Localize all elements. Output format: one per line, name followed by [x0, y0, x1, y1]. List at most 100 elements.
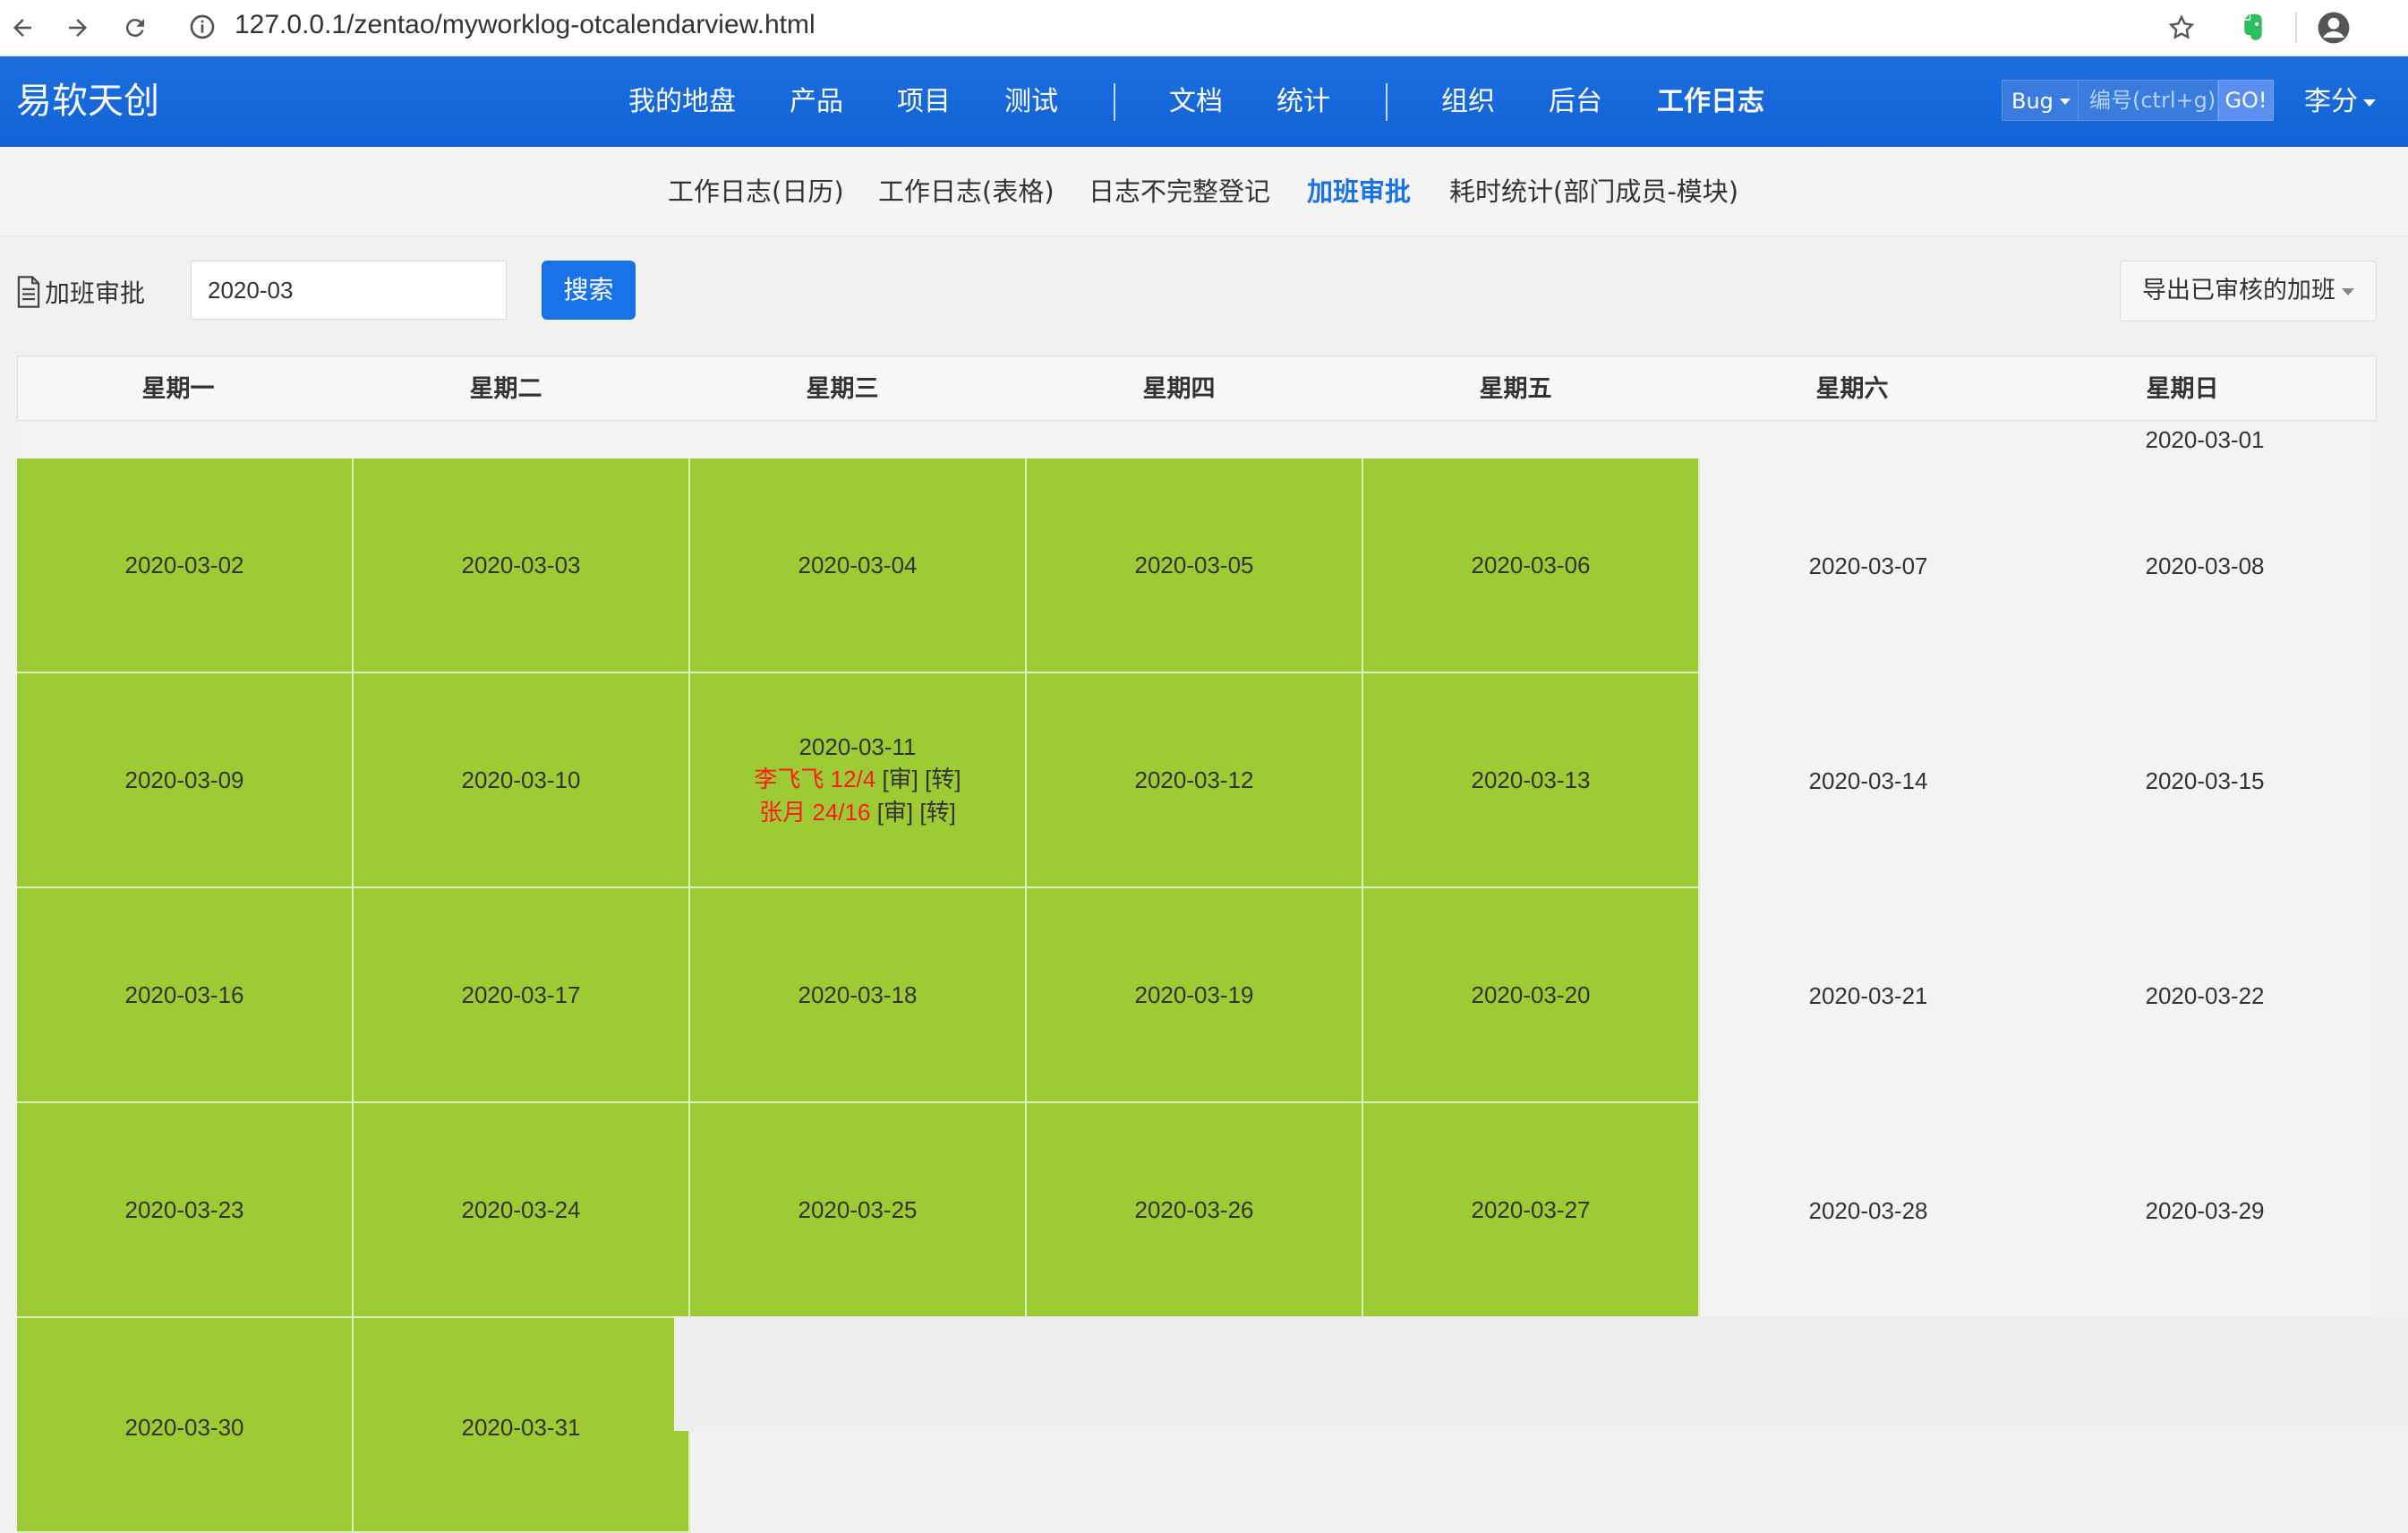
calendar-day-cell[interactable]: 2020-03-04 [690, 458, 1027, 673]
approve-link[interactable]: [审] [877, 799, 913, 826]
calendar-date: 2020-03-04 [798, 552, 918, 578]
overtime-person[interactable]: 李飞飞 12/4 [754, 766, 875, 792]
nav-product[interactable]: 产品 [790, 56, 843, 147]
nav-report[interactable]: 统计 [1277, 56, 1330, 147]
calendar-day-cell[interactable]: 2020-03-24 [354, 1103, 690, 1318]
search-button[interactable]: 搜索 [542, 261, 636, 320]
nav-admin[interactable]: 后台 [1549, 56, 1602, 147]
calendar-day-cell[interactable]: 2020-03-18 [690, 888, 1027, 1103]
calendar-day-content: 2020-03-15 [2037, 673, 2373, 888]
calendar-day-cell[interactable]: 2020-03-02 [17, 458, 354, 673]
calendar-date: 2020-03-25 [798, 1196, 918, 1223]
calendar-day-content: 2020-03-05 [1027, 458, 1362, 672]
document-icon [17, 276, 40, 308]
object-id-input[interactable] [2079, 80, 2218, 121]
calendar-day-cell[interactable]: 2020-03-03 [354, 458, 690, 673]
calendar-day-cell[interactable]: 2020-03-07 [1700, 458, 2037, 673]
calendar-day-content: 2020-03-04 [690, 458, 1025, 672]
calendar-day-content: 2020-03-26 [1027, 1103, 1362, 1316]
calendar-day-content: 2020-03-24 [354, 1103, 688, 1316]
calendar-day-cell[interactable]: 2020-03-10 [354, 673, 690, 888]
nav-project[interactable]: 项目 [897, 56, 951, 147]
calendar-day-cell[interactable]: 2020-03-20 [1363, 888, 1700, 1103]
calendar-day-cell[interactable]: 2020-03-14 [1700, 673, 2037, 888]
calendar-day-cell[interactable]: 2020-03-19 [1027, 888, 1363, 1103]
calendar-day-content: 2020-03-17 [354, 888, 688, 1101]
calendar-day-content: 2020-03-29 [2037, 1103, 2373, 1318]
calendar-body: 2020-03-01 2020-03-02 2020-03-03 2020-03-04… [17, 421, 2377, 1533]
nav-doc[interactable]: 文档 [1169, 56, 1223, 147]
month-input[interactable] [191, 261, 507, 320]
nav-company[interactable]: 组织 [1441, 56, 1495, 147]
calendar-date: 2020-03-31 [461, 1414, 581, 1441]
calendar-date: 2020-03-07 [1808, 552, 1928, 579]
evernote-extension-icon[interactable] [2233, 7, 2274, 48]
calendar-day-content: 2020-03-13 [1363, 673, 1698, 886]
calendar-day-content: 2020-03-23 [17, 1103, 352, 1316]
calendar-day-cell[interactable]: 2020-03-21 [1700, 888, 2037, 1103]
export-approved-overtime-button[interactable]: 导出已审核的加班 [2120, 261, 2377, 321]
reload-icon[interactable] [113, 5, 158, 50]
sub-nav: 工作日志(日历) 工作日志(表格) 日志不完整登记 加班审批 耗时统计(部门成员… [0, 147, 2408, 236]
weekday-header: 星期日 [2146, 375, 2219, 403]
app-header: 易软天创 我的地盘 产品 项目 测试 文档 统计 组织 后台 工作日志 Bug … [0, 56, 2408, 147]
bookmark-star-icon[interactable] [2161, 7, 2202, 48]
weekday-header: 星期四 [1142, 375, 1216, 403]
calendar-date: 2020-03-15 [2145, 767, 2265, 794]
nav-divider [1386, 83, 1388, 121]
calendar-day-cell[interactable]: 2020-03-28 [1700, 1103, 2037, 1318]
calendar-day-content: 2020-03-22 [2037, 888, 2373, 1103]
transfer-link[interactable]: [转] [925, 766, 961, 792]
user-menu[interactable]: 李分 [2304, 56, 2376, 147]
calendar-day-cell[interactable]: 2020-03-30 [17, 1318, 354, 1533]
calendar-day-cell[interactable]: 2020-03-15 [2037, 673, 2373, 888]
calendar-day-cell[interactable]: 2020-03-27 [1363, 1103, 1700, 1318]
calendar-date: 2020-03-20 [1471, 981, 1591, 1008]
calendar-date: 2020-03-14 [1808, 767, 1928, 794]
address-bar[interactable]: 127.0.0.1/zentao/myworklog-otcalendarvie… [235, 7, 815, 43]
nav-test[interactable]: 测试 [1004, 56, 1058, 147]
calendar-day-cell[interactable]: 2020-03-12 [1027, 673, 1363, 888]
site-info-icon[interactable] [188, 13, 217, 45]
calendar-day-cell[interactable]: 2020-03-17 [354, 888, 690, 1103]
subnav-overtime-approval[interactable]: 加班审批 [1307, 147, 1411, 236]
subnav-worklog-calendar[interactable]: 工作日志(日历) [668, 147, 844, 236]
calendar-day-cell[interactable]: 2020-03-23 [17, 1103, 354, 1318]
calendar-day-cell[interactable]: 2020-03-08 [2037, 458, 2373, 673]
calendar-day-content: 2020-03-21 [1700, 888, 2037, 1103]
calendar-day-cell[interactable]: 2020-03-11 李飞飞 12/4 [审] [转] 张月 24/16 [审] [… [690, 673, 1027, 888]
calendar-day-cell[interactable]: 2020-03-13 [1363, 673, 1700, 888]
nav-my-dashboard[interactable]: 我的地盘 [628, 56, 736, 147]
calendar-day-cell[interactable]: 2020-03-01 [2037, 421, 2373, 458]
forward-icon[interactable] [56, 5, 100, 50]
calendar-date: 2020-03-06 [1471, 552, 1591, 578]
weekday-header: 星期六 [1815, 375, 1889, 403]
subnav-incomplete-log[interactable]: 日志不完整登记 [1089, 147, 1270, 236]
calendar-day-content: 2020-03-14 [1700, 673, 2037, 888]
calendar-day-cell[interactable]: 2020-03-31 [354, 1318, 690, 1533]
profile-avatar-icon[interactable] [2313, 7, 2354, 48]
calendar-day-content: 2020-03-28 [1700, 1103, 2037, 1318]
go-button[interactable]: GO! [2218, 80, 2274, 121]
object-type-select[interactable]: Bug [2002, 80, 2079, 121]
overtime-person[interactable]: 张月 24/16 [759, 799, 870, 826]
calendar-day-cell[interactable]: 2020-03-05 [1027, 458, 1363, 673]
calendar-day-cell[interactable]: 2020-03-09 [17, 673, 354, 888]
nav-worklog[interactable]: 工作日志 [1657, 56, 1764, 147]
calendar-day-cell[interactable]: 2020-03-06 [1363, 458, 1700, 673]
calendar-day-content: 2020-03-19 [1027, 888, 1362, 1101]
calendar-day-cell[interactable]: 2020-03-25 [690, 1103, 1027, 1318]
quick-jump: Bug GO! [2002, 80, 2274, 121]
toolbar-divider [2295, 13, 2297, 43]
calendar-day-content: 2020-03-16 [17, 888, 352, 1101]
calendar-date: 2020-03-28 [1808, 1197, 1928, 1224]
approve-link[interactable]: [审] [882, 766, 918, 792]
subnav-worklog-table[interactable]: 工作日志(表格) [878, 147, 1055, 236]
calendar-day-cell[interactable]: 2020-03-16 [17, 888, 354, 1103]
calendar-day-cell[interactable]: 2020-03-22 [2037, 888, 2373, 1103]
calendar-day-cell[interactable]: 2020-03-26 [1027, 1103, 1363, 1318]
back-icon[interactable] [0, 5, 45, 50]
calendar-day-cell[interactable]: 2020-03-29 [2037, 1103, 2373, 1318]
transfer-link[interactable]: [转] [919, 799, 955, 826]
subnav-time-statistics[interactable]: 耗时统计(部门成员-模块) [1449, 147, 1738, 236]
